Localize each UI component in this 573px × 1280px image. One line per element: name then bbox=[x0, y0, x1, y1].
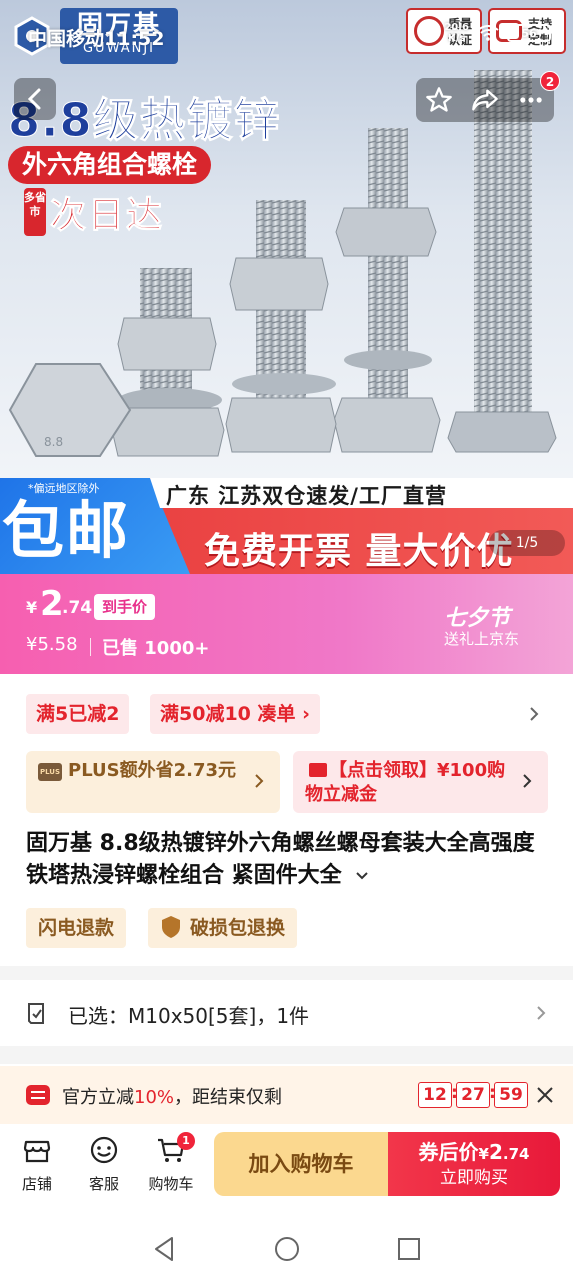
system-navigation-bar bbox=[0, 1208, 573, 1280]
system-back-icon[interactable] bbox=[150, 1234, 180, 1264]
status-right-group: 20.6 K/s 56 bbox=[444, 22, 551, 44]
hero-subtitle: 外六角组合螺栓 bbox=[8, 146, 212, 184]
buy-price-integer: 2 bbox=[488, 1140, 503, 1164]
selected-spec-row[interactable]: 已选：M10x50[5套]，1件 bbox=[0, 980, 573, 1046]
product-title[interactable]: 固万基 8.8级热镀锌外六角螺丝螺母套装大全高强度铁塔热浸锌螺栓组合 紧固件大全 bbox=[26, 828, 550, 892]
service-tag-guarantee[interactable]: 破损包退换 bbox=[148, 908, 298, 948]
voucher-card[interactable]: 【点击领取】¥100购物立减金 bbox=[293, 751, 548, 813]
section-divider bbox=[0, 966, 573, 980]
festival-subtitle: 送礼上京东 bbox=[444, 630, 520, 648]
chevron-right-icon bbox=[255, 774, 264, 788]
wifi-icon bbox=[477, 25, 499, 41]
header-action-group: 2 bbox=[416, 71, 560, 122]
image-pager: 1/5 bbox=[489, 530, 565, 556]
product-detail-page: 8.8 中国移动11:52 20.6 K/s 56 固万基 GUWANJI 质量… bbox=[0, 0, 573, 1280]
product-title-text: 固万基 8.8级热镀锌外六角螺丝螺母套装大全高强度铁塔热浸锌螺栓组合 紧固件大全 bbox=[26, 831, 535, 888]
plus-savings-text: PLUS额外省2.73元 bbox=[68, 760, 237, 781]
message-badge: 2 bbox=[540, 71, 560, 91]
buy-price-currency: ¥ bbox=[478, 1145, 489, 1163]
net-speed-value: 20.6 bbox=[444, 22, 469, 33]
sold-count: 已售 1000+ bbox=[102, 638, 210, 659]
shield-icon bbox=[162, 916, 180, 938]
promo-bottom-text: 免费开票 量大价优 bbox=[204, 531, 514, 572]
flash-sale-icon bbox=[26, 1085, 50, 1105]
more-button[interactable]: 2 bbox=[514, 71, 560, 117]
chevron-right-icon[interactable] bbox=[522, 702, 546, 726]
selected-spec-text: 已选：M10x50[5套]，1件 bbox=[68, 1004, 310, 1028]
flash-highlight: 10% bbox=[134, 1087, 175, 1108]
service-tag-label: 破损包退换 bbox=[190, 917, 286, 939]
system-home-icon[interactable] bbox=[272, 1234, 302, 1264]
favorite-button[interactable] bbox=[422, 83, 456, 117]
final-price-tag: 到手价 bbox=[94, 594, 156, 620]
shop-icon bbox=[23, 1140, 51, 1163]
status-carrier-time: 中国移动11:52 bbox=[28, 28, 165, 50]
back-icon bbox=[27, 88, 41, 110]
coupon-row[interactable]: 满5已减2 满50减10 凑单 › bbox=[26, 694, 546, 734]
promo-top-text: 广东 江苏双仓速发/工厂直营 bbox=[166, 484, 447, 508]
price-decimal: .74 bbox=[62, 598, 93, 618]
product-hero-image[interactable]: 8.8 中国移动11:52 20.6 K/s 56 固万基 GUWANJI 质量… bbox=[0, 0, 573, 478]
battery-indicator: 56 bbox=[507, 24, 551, 42]
bolt-marking: 8.8 bbox=[44, 435, 63, 449]
delivery-region-tag: 多省市 bbox=[24, 188, 46, 236]
more-icon bbox=[520, 97, 542, 103]
share-icon bbox=[472, 89, 498, 111]
flash-sale-bar: 官方立减10%，距结束仅剩 12 : 27 : 59 bbox=[0, 1066, 573, 1124]
add-to-cart-button[interactable]: 加入购物车 bbox=[214, 1132, 388, 1196]
price-bar: ¥ 2 .74 到手价 ¥5.58 已售 1000+ 七夕节 送礼上京东 bbox=[0, 574, 573, 674]
delivery-text: 次日达 bbox=[49, 195, 165, 237]
plus-savings-card[interactable]: PLUS PLUS额外省2.73元 bbox=[26, 751, 280, 813]
net-speed: 20.6 K/s bbox=[444, 22, 469, 44]
cart-label: 购物车 bbox=[148, 1175, 194, 1193]
section-divider bbox=[0, 1046, 573, 1064]
buy-now-label: 立即购买 bbox=[440, 1168, 508, 1188]
buy-now-button[interactable]: 券后价¥2.74 立即购买 bbox=[388, 1132, 560, 1196]
price-integer: 2 bbox=[40, 584, 64, 624]
status-bar: 中国移动11:52 20.6 K/s 56 bbox=[0, 18, 573, 54]
chevron-down-icon[interactable] bbox=[354, 870, 370, 882]
price-divider bbox=[90, 638, 91, 656]
spec-icon bbox=[28, 1003, 44, 1024]
flash-sale-text: 官方立减10%，距结束仅剩 bbox=[62, 1083, 282, 1109]
buy-price: 券后价¥2.74 bbox=[388, 1139, 560, 1167]
price-currency: ¥ bbox=[26, 598, 38, 617]
countdown-minutes: 27 bbox=[456, 1082, 490, 1108]
voucher-text: 【点击领取】¥100购物立减金 bbox=[305, 760, 506, 805]
cart-button[interactable]: 1 购物车 bbox=[139, 1132, 203, 1194]
close-icon[interactable] bbox=[534, 1084, 556, 1106]
buy-price-prefix: 券后价 bbox=[418, 1140, 479, 1164]
free-shipping-label: 包邮 bbox=[2, 494, 131, 567]
promo-banner[interactable]: *偏远地区除外 包邮 广东 江苏双仓速发/工厂直营 免费开票 量大价优 1/5 bbox=[0, 478, 573, 574]
original-price: ¥5.58 bbox=[26, 634, 78, 655]
coupon-item[interactable]: 满50减10 凑单 › bbox=[150, 694, 320, 734]
bottom-action-bar: 店铺 客服 1 购物车 加入购物车 券后价¥2.74 立即购买 bbox=[0, 1124, 573, 1208]
buy-price-decimal: .74 bbox=[502, 1145, 530, 1163]
coupon-item[interactable]: 满5已减2 bbox=[26, 694, 130, 734]
service-icon bbox=[90, 1136, 118, 1164]
star-icon bbox=[426, 87, 452, 112]
hero-delivery: 多省市 次日达 bbox=[24, 186, 164, 238]
customer-service-button[interactable]: 客服 bbox=[72, 1134, 136, 1194]
back-button[interactable] bbox=[14, 78, 56, 120]
flash-text-before: 官方立减 bbox=[62, 1087, 134, 1108]
system-recents-icon[interactable] bbox=[394, 1234, 424, 1264]
service-tag[interactable]: 闪电退款 bbox=[26, 908, 127, 948]
service-label: 客服 bbox=[88, 1175, 119, 1193]
shop-button[interactable]: 店铺 bbox=[5, 1134, 69, 1194]
share-button[interactable] bbox=[468, 83, 502, 117]
cart-count-badge: 1 bbox=[177, 1132, 195, 1150]
countdown-hours: 12 bbox=[418, 1082, 452, 1108]
shop-label: 店铺 bbox=[21, 1175, 52, 1193]
chevron-right-icon bbox=[537, 1006, 546, 1020]
chevron-right-icon bbox=[523, 774, 532, 788]
net-speed-unit: K/s bbox=[447, 33, 466, 44]
flash-text-after: ，距结束仅剩 bbox=[174, 1087, 283, 1108]
countdown-seconds: 59 bbox=[494, 1082, 528, 1108]
